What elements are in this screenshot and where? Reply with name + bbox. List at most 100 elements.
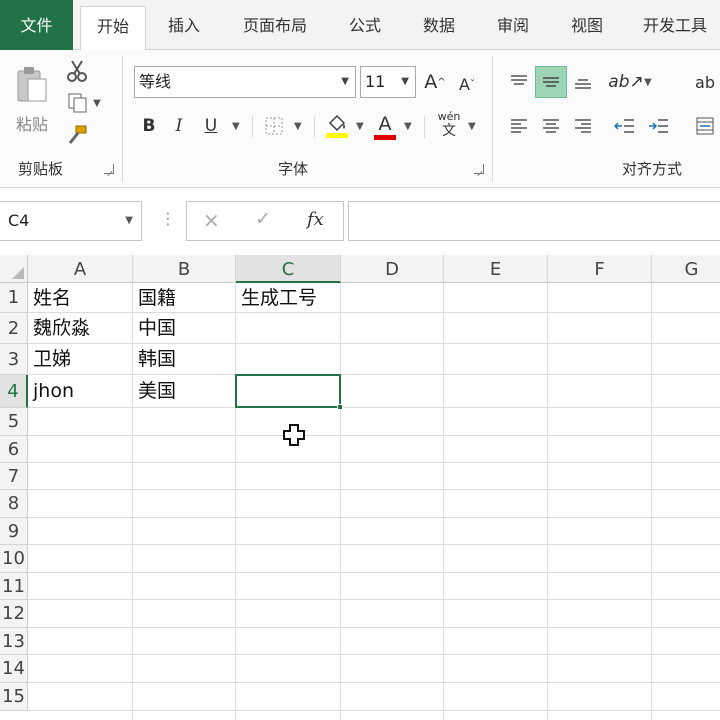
tab-review[interactable]: 审阅 <box>482 0 544 50</box>
phonetic-button[interactable]: wén 文 <box>436 108 462 142</box>
chevron-down-icon: ▼ <box>401 76 409 87</box>
column-header-f[interactable]: F <box>548 255 652 283</box>
cell-a3[interactable]: 卫娣 <box>28 344 133 375</box>
group-divider <box>122 56 123 182</box>
orientation-button[interactable]: ab↗ <box>608 68 643 96</box>
font-size-select[interactable]: 11 ▼ <box>360 66 416 98</box>
column-header-d[interactable]: D <box>341 255 444 283</box>
row-header-11[interactable]: 11 <box>0 573 28 600</box>
font-name-select[interactable]: 等线 ▼ <box>134 66 356 98</box>
insert-function-button[interactable]: fx <box>307 209 324 230</box>
fill-color-dropdown-icon[interactable]: ▼ <box>356 121 364 132</box>
column-header-e[interactable]: E <box>444 255 548 283</box>
group-divider <box>492 56 493 182</box>
gridline <box>28 710 720 711</box>
align-middle-button[interactable] <box>535 66 567 98</box>
fill-color-button[interactable] <box>324 110 350 142</box>
italic-button[interactable]: I <box>168 112 190 140</box>
borders-dropdown-icon[interactable]: ▼ <box>294 121 302 132</box>
tab-formulas[interactable]: 公式 <box>334 0 396 50</box>
name-box[interactable]: C4 ▼ <box>0 201 142 241</box>
tab-page-layout[interactable]: 页面布局 <box>228 0 322 50</box>
align-bottom-button[interactable] <box>570 68 596 96</box>
copy-icon <box>68 93 87 113</box>
font-color-button[interactable]: A <box>372 110 398 142</box>
cell-a1[interactable]: 姓名 <box>28 283 133 313</box>
row-header-9[interactable]: 9 <box>0 518 28 545</box>
fill-handle[interactable] <box>337 404 343 410</box>
phonetic-top-text: wén <box>437 110 461 123</box>
underline-dropdown-icon[interactable]: ▼ <box>232 121 240 132</box>
row-header-13[interactable]: 13 <box>0 628 28 655</box>
align-top-button[interactable] <box>506 68 532 96</box>
increase-indent-button[interactable] <box>646 112 672 140</box>
font-color-dropdown-icon[interactable]: ▼ <box>404 121 412 132</box>
row-header-14[interactable]: 14 <box>0 655 28 683</box>
align-center-button[interactable] <box>538 112 564 140</box>
tab-data[interactable]: 数据 <box>408 0 470 50</box>
text-orientation-icon: ab↗ <box>608 72 644 92</box>
select-all-corner[interactable] <box>0 255 28 283</box>
cell-c1[interactable]: 生成工号 <box>236 283 341 313</box>
divider <box>314 116 315 138</box>
column-header-b[interactable]: B <box>133 255 236 283</box>
gridline <box>28 599 720 600</box>
align-right-icon <box>575 119 591 133</box>
tab-home[interactable]: 开始 <box>80 6 146 51</box>
ribbon-tab-bar: 文件 开始 插入 页面布局 公式 数据 审阅 视图 开发工具 <box>0 0 720 51</box>
formula-input[interactable] <box>348 201 720 241</box>
shrink-font-button[interactable]: Aˇ <box>456 70 478 98</box>
cell-b2[interactable]: 中国 <box>133 313 236 344</box>
row-header-1[interactable]: 1 <box>0 283 28 313</box>
paste-button[interactable]: 粘贴 <box>8 60 56 140</box>
bold-button[interactable]: B <box>138 112 160 140</box>
orientation-dropdown-icon[interactable]: ▼ <box>644 77 652 88</box>
clipboard-launcher-icon[interactable] <box>104 164 114 174</box>
row-header-8[interactable]: 8 <box>0 490 28 518</box>
underline-button[interactable]: U <box>200 112 222 140</box>
font-color-icon: A <box>378 112 392 135</box>
copy-button[interactable]: ▼ <box>64 90 104 116</box>
row-header-2[interactable]: 2 <box>0 313 28 344</box>
borders-button[interactable] <box>262 112 286 140</box>
tab-developer[interactable]: 开发工具 <box>630 0 720 50</box>
cell-b4[interactable]: 美国 <box>133 375 236 408</box>
gridline <box>28 462 720 463</box>
row-header-7[interactable]: 7 <box>0 463 28 490</box>
divider <box>424 116 425 138</box>
wrap-text-button[interactable]: ab <box>692 68 718 96</box>
cancel-icon[interactable]: × <box>203 208 220 232</box>
decrease-indent-button[interactable] <box>612 112 638 140</box>
grow-font-button[interactable]: A ^ <box>424 68 446 96</box>
format-painter-button[interactable] <box>64 122 90 148</box>
cell-a2[interactable]: 魏欣淼 <box>28 313 133 344</box>
font-launcher-icon[interactable] <box>474 164 484 174</box>
row-header-10[interactable]: 10 <box>0 545 28 573</box>
active-cell-c4[interactable] <box>235 374 341 408</box>
column-header-a[interactable]: A <box>28 255 133 283</box>
cell-b3[interactable]: 韩国 <box>133 344 236 375</box>
tab-view[interactable]: 视图 <box>556 0 618 50</box>
copy-dropdown-icon: ▼ <box>93 97 101 109</box>
chevron-down-icon: ▼ <box>125 215 133 226</box>
tab-file[interactable]: 文件 <box>0 0 73 50</box>
enter-icon[interactable]: ✓ <box>255 208 271 230</box>
row-header-15[interactable]: 15 <box>0 683 28 711</box>
cell-b1[interactable]: 国籍 <box>133 283 236 313</box>
row-header-5[interactable]: 5 <box>0 408 28 436</box>
column-header-c[interactable]: C <box>236 255 341 283</box>
cut-button[interactable] <box>64 58 90 84</box>
align-right-button[interactable] <box>570 112 596 140</box>
formula-buttons: × ✓ fx <box>186 201 344 241</box>
merge-center-button[interactable] <box>692 112 718 140</box>
phonetic-dropdown-icon[interactable]: ▼ <box>468 121 476 132</box>
row-header-12[interactable]: 12 <box>0 600 28 628</box>
row-header-6[interactable]: 6 <box>0 436 28 463</box>
column-header-g[interactable]: G <box>652 255 720 283</box>
align-center-icon <box>543 119 559 133</box>
tab-insert[interactable]: 插入 <box>152 0 216 50</box>
row-header-4[interactable]: 4 <box>0 375 28 408</box>
align-left-button[interactable] <box>506 112 532 140</box>
row-header-3[interactable]: 3 <box>0 344 28 375</box>
cell-a4[interactable]: jhon <box>28 375 133 408</box>
